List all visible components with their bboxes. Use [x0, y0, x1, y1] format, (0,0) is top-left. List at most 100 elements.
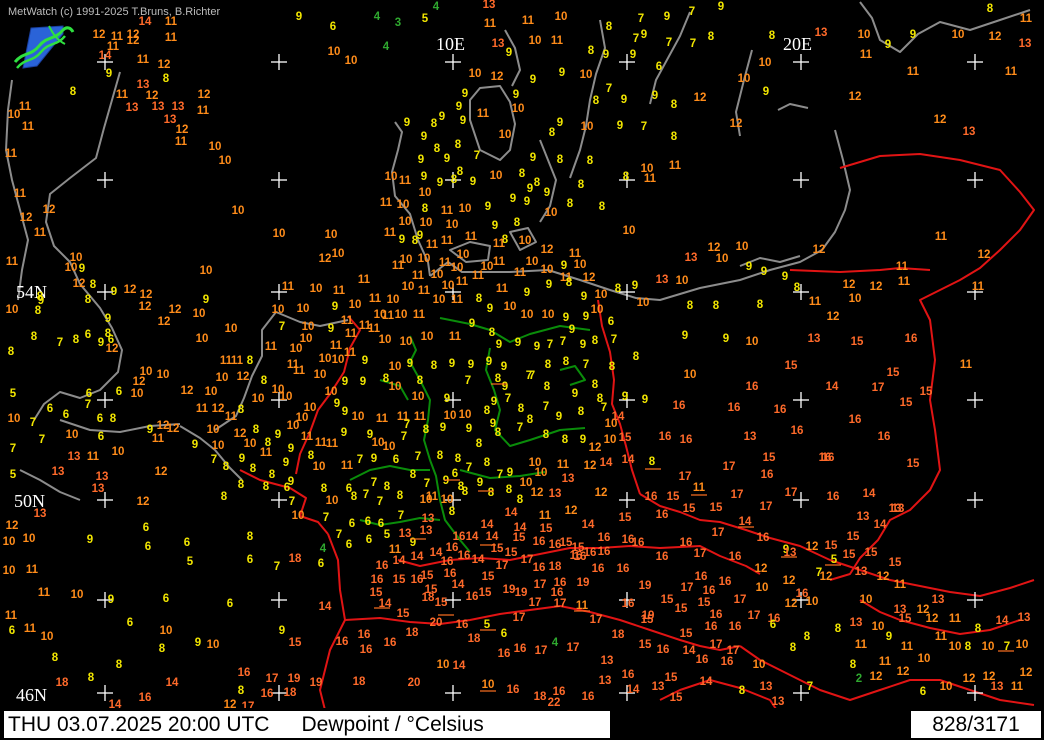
station-dewpoint-value[interactable]: 9: [572, 388, 578, 400]
station-dewpoint-value[interactable]: 9: [524, 287, 530, 299]
station-dewpoint-value[interactable]: 19: [577, 577, 590, 589]
station-dewpoint-value[interactable]: 16: [441, 556, 454, 568]
station-dewpoint-value[interactable]: 10: [219, 155, 232, 167]
station-dewpoint-value[interactable]: 9: [98, 337, 104, 349]
station-dewpoint-value[interactable]: 10: [402, 281, 415, 293]
station-dewpoint-value[interactable]: 12: [589, 442, 602, 454]
station-dewpoint-value[interactable]: 17: [785, 487, 798, 499]
station-dewpoint-value[interactable]: 11: [22, 121, 35, 133]
station-dewpoint-value[interactable]: 7: [289, 496, 295, 508]
station-dewpoint-value[interactable]: 15: [619, 432, 632, 444]
station-dewpoint-value[interactable]: 10: [332, 248, 345, 260]
station-dewpoint-value[interactable]: 6: [98, 431, 104, 443]
station-dewpoint-value[interactable]: 11: [382, 310, 395, 322]
station-dewpoint-value[interactable]: 15: [540, 523, 553, 535]
station-dewpoint-value[interactable]: 15: [900, 397, 913, 409]
station-dewpoint-value[interactable]: 8: [615, 283, 622, 295]
station-dewpoint-value[interactable]: 11: [539, 510, 552, 522]
station-dewpoint-value[interactable]: 15: [675, 603, 688, 615]
station-dewpoint-value[interactable]: 9: [580, 434, 586, 446]
station-dewpoint-value[interactable]: 16: [514, 643, 527, 655]
station-dewpoint-value[interactable]: 11: [456, 276, 469, 288]
station-dewpoint-value[interactable]: 16: [551, 587, 564, 599]
station-dewpoint-value[interactable]: 9: [449, 358, 455, 370]
station-dewpoint-value[interactable]: 14: [863, 488, 876, 500]
station-dewpoint-value[interactable]: 11: [644, 173, 657, 185]
station-dewpoint-value[interactable]: 10: [949, 641, 962, 653]
station-dewpoint-value[interactable]: 7: [606, 83, 612, 95]
station-dewpoint-value[interactable]: 7: [633, 33, 639, 45]
station-dewpoint-value[interactable]: 14: [319, 601, 332, 613]
station-dewpoint-value[interactable]: 11: [5, 148, 18, 160]
station-dewpoint-value[interactable]: 8: [527, 414, 534, 426]
station-dewpoint-value[interactable]: 10: [66, 429, 79, 441]
station-dewpoint-value[interactable]: 9: [501, 361, 507, 373]
station-dewpoint-value[interactable]: 9: [444, 393, 450, 405]
station-dewpoint-value[interactable]: 17: [734, 594, 747, 606]
station-dewpoint-value[interactable]: 9: [559, 67, 565, 79]
station-dewpoint-value[interactable]: 10: [581, 121, 594, 133]
station-dewpoint-value[interactable]: 13: [96, 471, 109, 483]
station-dewpoint-value[interactable]: 13: [52, 466, 65, 478]
station-dewpoint-value[interactable]: 8: [417, 375, 424, 387]
station-dewpoint-value[interactable]: 17: [535, 645, 548, 657]
station-dewpoint-value[interactable]: 8: [593, 95, 600, 107]
station-dewpoint-value[interactable]: 8: [713, 300, 720, 312]
station-dewpoint-value[interactable]: 12: [926, 613, 939, 625]
station-dewpoint-value[interactable]: 11: [949, 613, 962, 625]
station-dewpoint-value[interactable]: 8: [794, 282, 801, 294]
station-dewpoint-value[interactable]: 9: [195, 637, 201, 649]
station-dewpoint-value[interactable]: 5: [10, 469, 17, 481]
station-dewpoint-value[interactable]: 8: [263, 481, 270, 493]
station-dewpoint-value[interactable]: 12: [158, 316, 171, 328]
station-dewpoint-value[interactable]: 9: [530, 152, 536, 164]
station-dewpoint-value[interactable]: 16: [680, 434, 693, 446]
station-dewpoint-value[interactable]: 9: [332, 301, 338, 313]
station-dewpoint-value[interactable]: 11: [392, 260, 405, 272]
station-dewpoint-value[interactable]: 9: [444, 153, 450, 165]
station-dewpoint-value[interactable]: 14: [393, 555, 406, 567]
station-dewpoint-value[interactable]: 11: [496, 283, 509, 295]
station-dewpoint-value[interactable]: 10: [216, 372, 229, 384]
station-dewpoint-value[interactable]: 17: [760, 501, 773, 513]
station-dewpoint-value[interactable]: 11: [165, 32, 178, 44]
station-dewpoint-value[interactable]: 10: [504, 301, 517, 313]
station-dewpoint-value[interactable]: 16: [384, 637, 397, 649]
station-dewpoint-value[interactable]: 15: [661, 594, 674, 606]
station-dewpoint-value[interactable]: 9: [87, 534, 93, 546]
station-dewpoint-value[interactable]: 10: [482, 679, 495, 691]
station-dewpoint-value[interactable]: 10: [287, 420, 300, 432]
station-dewpoint-value[interactable]: 12: [827, 311, 840, 323]
station-dewpoint-value[interactable]: 17: [679, 471, 692, 483]
station-dewpoint-value[interactable]: 11: [413, 309, 426, 321]
station-dewpoint-value[interactable]: 8: [987, 3, 994, 15]
station-dewpoint-value[interactable]: 12: [870, 281, 883, 293]
station-dewpoint-value[interactable]: 11: [809, 296, 822, 308]
station-dewpoint-value[interactable]: 15: [479, 587, 492, 599]
station-dewpoint-value[interactable]: 9: [886, 631, 892, 643]
station-dewpoint-value[interactable]: 10: [591, 304, 604, 316]
station-dewpoint-value[interactable]: 17: [513, 612, 526, 624]
station-dewpoint-value[interactable]: 6: [501, 628, 507, 640]
station-dewpoint-value[interactable]: 10: [442, 280, 455, 292]
station-dewpoint-value[interactable]: 8: [563, 356, 570, 368]
station-dewpoint-value[interactable]: 10: [131, 388, 144, 400]
station-dewpoint-value[interactable]: 9: [470, 176, 476, 188]
station-dewpoint-value[interactable]: 17: [554, 598, 567, 610]
station-dewpoint-value[interactable]: 9: [527, 183, 533, 195]
station-dewpoint-value[interactable]: 10: [542, 309, 555, 321]
station-dewpoint-value[interactable]: 18: [56, 677, 69, 689]
station-dewpoint-value[interactable]: 10: [383, 441, 396, 453]
station-dewpoint-value[interactable]: 9: [642, 394, 648, 406]
station-dewpoint-value[interactable]: 17: [681, 582, 694, 594]
station-dewpoint-value[interactable]: 9: [203, 294, 209, 306]
station-dewpoint-value[interactable]: 16: [622, 669, 635, 681]
station-dewpoint-value[interactable]: 10: [70, 252, 83, 264]
station-dewpoint-value[interactable]: 10: [3, 565, 16, 577]
station-dewpoint-value[interactable]: 8: [253, 424, 260, 436]
station-dewpoint-value[interactable]: 10: [41, 631, 54, 643]
station-dewpoint-value[interactable]: 12: [140, 289, 153, 301]
station-dewpoint-value[interactable]: 7: [274, 561, 280, 573]
station-dewpoint-value[interactable]: 15: [865, 547, 878, 559]
station-dewpoint-value[interactable]: 10: [457, 249, 470, 261]
